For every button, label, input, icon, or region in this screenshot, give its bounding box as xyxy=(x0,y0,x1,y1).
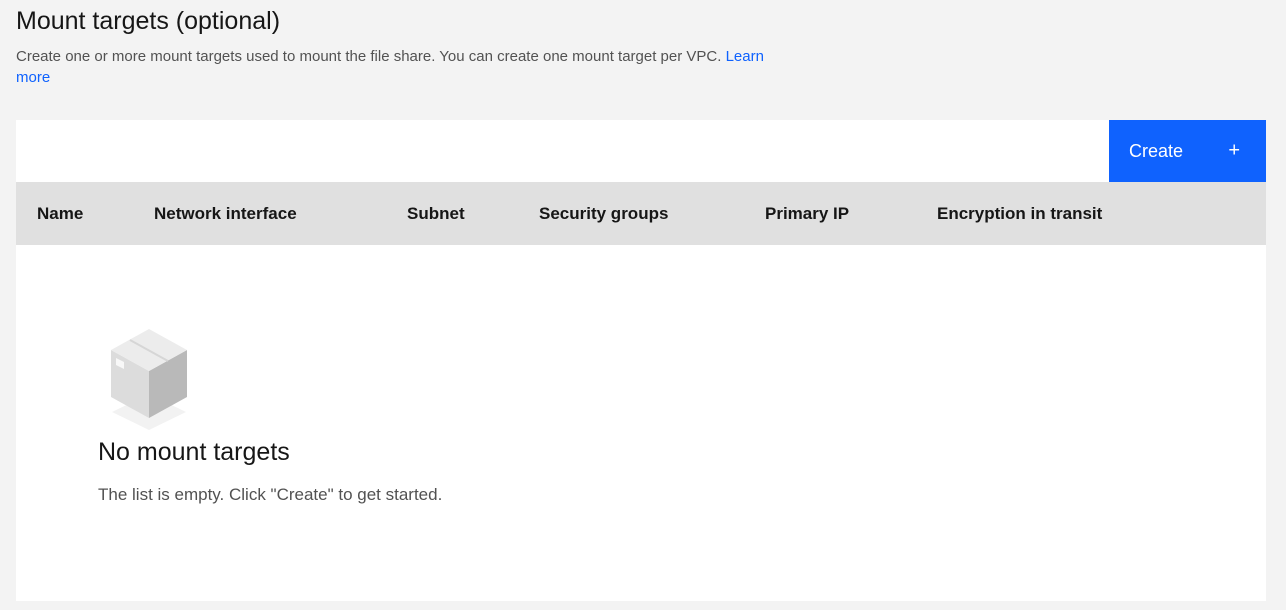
column-header-subnet[interactable]: Subnet xyxy=(407,182,465,245)
create-button[interactable]: Create + xyxy=(1109,120,1266,182)
mount-targets-table: Create + Name Network interface Subnet S… xyxy=(16,120,1266,601)
table-header: Name Network interface Subnet Security g… xyxy=(16,182,1266,245)
column-header-security-groups[interactable]: Security groups xyxy=(539,182,668,245)
section-description: Create one or more mount targets used to… xyxy=(16,46,776,88)
empty-state-text: The list is empty. Click "Create" to get… xyxy=(98,485,443,504)
section-title: Mount targets (optional) xyxy=(16,7,281,35)
table-toolbar: Create + xyxy=(16,120,1266,182)
column-header-primary-ip[interactable]: Primary IP xyxy=(765,182,849,245)
empty-state-title: No mount targets xyxy=(98,438,290,466)
column-header-network-interface[interactable]: Network interface xyxy=(154,182,297,245)
create-button-label: Create xyxy=(1129,140,1184,161)
column-header-name[interactable]: Name xyxy=(37,182,83,245)
column-header-encryption-in-transit[interactable]: Encryption in transit xyxy=(937,182,1102,245)
add-icon: + xyxy=(1228,139,1240,162)
empty-box-icon xyxy=(111,329,187,430)
section-description-text: Create one or more mount targets used to… xyxy=(16,48,722,65)
